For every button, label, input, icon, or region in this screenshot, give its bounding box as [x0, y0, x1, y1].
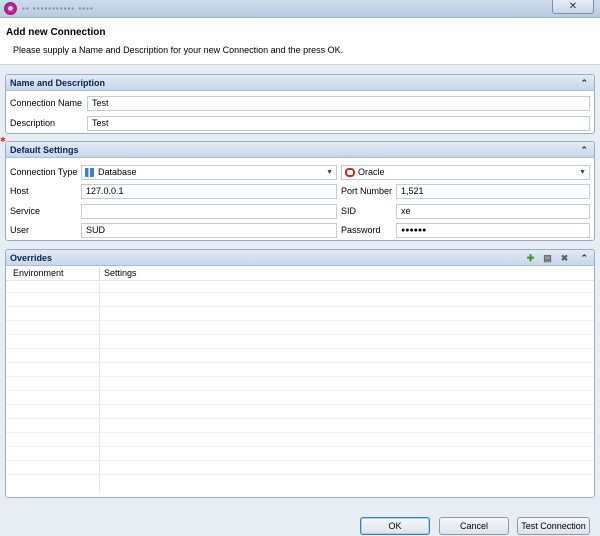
close-button[interactable]: ✕ [552, 0, 594, 14]
cancel-button[interactable]: Cancel [439, 517, 509, 535]
user-label: User [10, 225, 30, 235]
chevron-down-icon: ▼ [579, 169, 586, 176]
connection-type-value: Database [98, 167, 137, 177]
section-title: Overrides [10, 253, 53, 263]
row-divider [6, 404, 594, 405]
row-divider [6, 446, 594, 447]
row-divider [6, 460, 594, 461]
default-settings-header[interactable]: Default Settings ⌃ [6, 142, 594, 158]
row-divider [6, 362, 594, 363]
row-divider [6, 334, 594, 335]
section-title: Name and Description [10, 78, 106, 88]
description-input[interactable]: Test [87, 116, 590, 131]
host-input[interactable]: 127.0.0.1 [81, 184, 337, 199]
row-divider [6, 306, 594, 307]
chevron-down-icon: ▼ [326, 169, 333, 176]
host-label: Host [10, 186, 29, 196]
overrides-section: Overrides ✚ ▤ ✖ ⌃ Environment Settings [5, 249, 595, 498]
row-divider [6, 320, 594, 321]
collapse-icon[interactable]: ⌃ [580, 250, 588, 266]
overrides-header[interactable]: Overrides ✚ ▤ ✖ ⌃ [6, 250, 594, 266]
ok-button[interactable]: OK [360, 517, 430, 535]
overrides-table-body[interactable] [6, 282, 594, 497]
port-label: Port Number [341, 186, 393, 196]
password-label: Password [341, 225, 381, 235]
test-connection-button[interactable]: Test Connection [517, 517, 590, 535]
add-icon[interactable]: ✚ [525, 250, 536, 266]
edit-icon[interactable]: ▤ [542, 250, 553, 266]
collapse-icon[interactable]: ⌃ [580, 142, 588, 158]
row-divider [6, 348, 594, 349]
row-divider [6, 376, 594, 377]
row-divider [6, 292, 594, 293]
overrides-toolbar: ✚ ▤ ✖ [519, 250, 570, 266]
user-input[interactable]: SUD [81, 223, 337, 238]
sid-input[interactable]: xe [396, 204, 590, 219]
section-title: Default Settings [10, 145, 79, 155]
password-input[interactable]: ●●●●●● [396, 223, 590, 238]
window-title-bar: ▪▪ ▪▪▪▪▪▪▪▪▪▪▪ ▪▪▪▪ ✕ [0, 0, 600, 18]
collapse-icon[interactable]: ⌃ [580, 75, 588, 91]
port-input[interactable]: 1,521 [396, 184, 590, 199]
connection-name-input[interactable]: Test [87, 96, 590, 111]
default-settings-section: Default Settings ⌃ Connection Type Datab… [5, 141, 595, 241]
column-divider[interactable] [99, 267, 100, 281]
service-label: Service [10, 206, 41, 216]
column-header-environment[interactable]: Environment [13, 268, 64, 278]
dialog-subtitle: Please supply a Name and Description for… [13, 45, 344, 55]
service-input[interactable] [81, 204, 337, 219]
app-icon [4, 2, 17, 15]
dialog-header: Add new Connection Please supply a Name … [0, 18, 600, 65]
connection-type-label: Connection Type [10, 167, 78, 177]
description-label: Description [10, 118, 56, 128]
db-vendor-value: Oracle [358, 167, 385, 177]
connection-type-dropdown[interactable]: Database ▼ [81, 165, 337, 180]
row-divider [6, 390, 594, 391]
sid-label: SID [341, 206, 357, 216]
window-title: ▪▪ ▪▪▪▪▪▪▪▪▪▪▪ ▪▪▪▪ [22, 4, 94, 13]
row-divider [6, 432, 594, 433]
db-vendor-dropdown[interactable]: Oracle ▼ [341, 165, 590, 180]
column-header-settings[interactable]: Settings [104, 268, 137, 278]
name-description-section: Name and Description ⌃ Connection Name T… [5, 74, 595, 134]
row-divider [6, 418, 594, 419]
database-icon [85, 168, 94, 177]
dialog-title: Add new Connection [6, 27, 106, 38]
name-description-header[interactable]: Name and Description ⌃ [6, 75, 594, 91]
connection-name-label: Connection Name [10, 98, 83, 108]
overrides-table-header: Environment Settings [6, 267, 594, 281]
oracle-icon [345, 168, 355, 177]
row-divider [6, 474, 594, 475]
delete-icon[interactable]: ✖ [559, 250, 570, 266]
